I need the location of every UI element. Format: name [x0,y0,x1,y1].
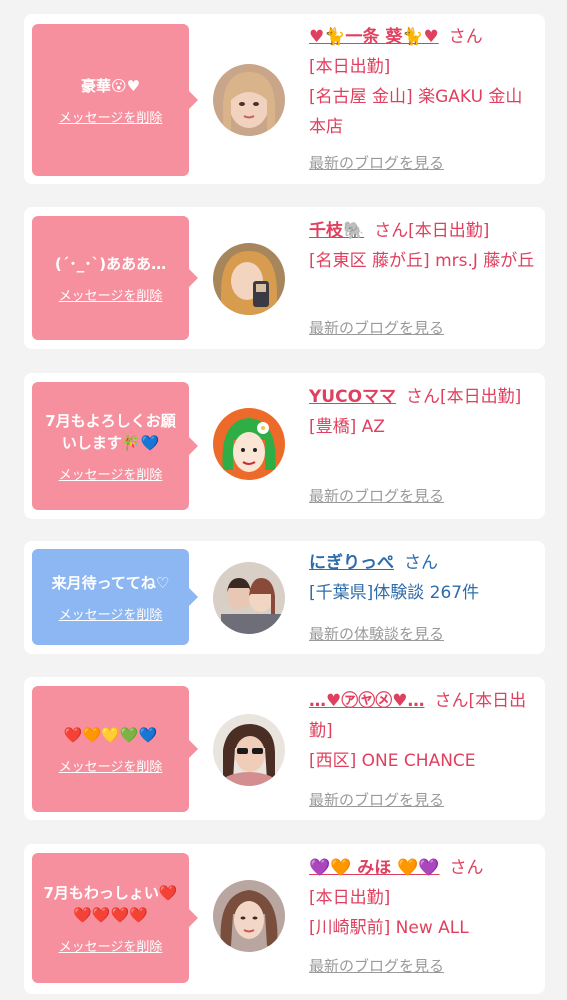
favorite-card: 7月もよろしくお願いします🎋💙 メッセージを削除 YUCOママ さん[本日出勤] … [24,373,545,519]
honorific: さん [374,221,409,241]
message-bubble: 豪華😮♥ メッセージを削除 [32,24,198,176]
honorific: さん [449,858,484,878]
favorite-card: 7月もわっしょい❤️❤️❤️❤️❤️ メッセージを削除 💜🧡 みほ 🧡💜 さん [… [24,844,545,994]
shop-text: [西区] ONE CHANCE [309,751,476,771]
message-bubble: (´･_･`)あああ… メッセージを削除 [32,216,198,340]
favorite-card: 豪華😮♥ メッセージを削除 ♥🐈一条 葵🐈♥ さん [本日出勤] [名古屋 金山]… [24,14,545,184]
message-text: ❤️🧡💛💚💙 [63,725,158,744]
latest-blog-link[interactable]: 最新のブログを見る [309,152,444,173]
shop-text: [豊橋] AZ [309,417,385,437]
delete-message-link[interactable]: メッセージを削除 [59,604,163,623]
profile-info: 💜🧡 みほ 🧡💜 さん [本日出勤] [川崎駅前] New ALL [309,853,539,943]
honorific: さん [434,691,469,711]
message-bubble: ❤️🧡💛💚💙 メッセージを削除 [32,686,198,812]
delete-message-link[interactable]: メッセージを削除 [59,756,163,775]
review-count-text: [千葉県]体験談 267件 [309,583,480,603]
delete-message-link[interactable]: メッセージを削除 [59,107,163,126]
profile-name-link[interactable]: ♥🐈一条 葵🐈♥ [309,27,439,47]
profile-name-link[interactable]: 千枝🐘 [309,221,364,241]
delete-message-link[interactable]: メッセージを削除 [59,936,163,955]
profile-name-link[interactable]: にぎりっぺ [309,553,394,573]
latest-blog-link[interactable]: 最新のブログを見る [309,317,444,338]
message-text: 豪華😮♥ [80,76,141,95]
honorific: さん [404,553,438,573]
message-text: 来月待っててね♡ [51,573,170,592]
status-text: [本日出勤] [309,888,391,908]
latest-blog-link[interactable]: 最新のブログを見る [309,955,444,976]
delete-message-link[interactable]: メッセージを削除 [59,464,163,483]
avatar-woman-long-hair[interactable] [213,880,285,952]
avatar-woman-sunglasses[interactable] [213,714,285,786]
profile-info: にぎりっぺ さん [千葉県]体験談 267件 [309,548,539,608]
shop-text: [名古屋 金山] 楽GAKU 金山本店 [309,87,523,137]
message-bubble: 7月もわっしょい❤️❤️❤️❤️❤️ メッセージを削除 [32,853,198,983]
favorite-card: ❤️🧡💛💚💙 メッセージを削除 …♥㋐㋳㋱♥… さん[本日出勤] [西区] ONE… [24,677,545,820]
avatar-woman-with-phone[interactable] [213,243,285,315]
avatar-cartoon-green-hair[interactable] [213,408,285,480]
profile-info: YUCOママ さん[本日出勤] [豊橋] AZ [309,382,539,442]
message-bubble: 7月もよろしくお願いします🎋💙 メッセージを削除 [32,382,198,510]
status-text: [本日出勤] [408,221,490,241]
delete-message-link[interactable]: メッセージを削除 [59,285,163,304]
status-text: [本日出勤] [309,57,391,77]
message-bubble: 来月待っててね♡ メッセージを削除 [32,549,198,645]
message-text: 7月もよろしくお願いします🎋💙 [45,411,176,452]
shop-text: [川崎駅前] New ALL [309,918,469,938]
message-text: 7月もわっしょい❤️❤️❤️❤️❤️ [43,883,178,924]
profile-name-link[interactable]: YUCOママ [309,387,396,407]
message-text: (´･_･`)あああ… [54,254,167,273]
avatar-couple[interactable] [213,562,285,634]
favorite-card: 来月待っててね♡ メッセージを削除 にぎりっぺ さん [千葉県]体験談 267件 … [24,541,545,654]
avatar-blonde-woman[interactable] [213,64,285,136]
latest-review-link[interactable]: 最新の体験談を見る [309,623,444,644]
favorite-card: (´･_･`)あああ… メッセージを削除 千枝🐘 さん[本日出勤] [名東区 藤が… [24,207,545,349]
status-text: [本日出勤] [440,387,522,407]
profile-name-link[interactable]: …♥㋐㋳㋱♥… [309,691,424,711]
profile-info: 千枝🐘 さん[本日出勤] [名東区 藤が丘] mrs.J 藤が丘 [309,216,539,276]
shop-text: [名東区 藤が丘] mrs.J 藤が丘 [309,251,535,271]
honorific: さん [406,387,441,407]
latest-blog-link[interactable]: 最新のブログを見る [309,485,444,506]
latest-blog-link[interactable]: 最新のブログを見る [309,789,444,810]
profile-info: …♥㋐㋳㋱♥… さん[本日出勤] [西区] ONE CHANCE [309,686,539,776]
profile-info: ♥🐈一条 葵🐈♥ さん [本日出勤] [名古屋 金山] 楽GAKU 金山本店 [309,22,539,142]
profile-name-link[interactable]: 💜🧡 みほ 🧡💜 [309,858,440,878]
honorific: さん [448,27,483,47]
